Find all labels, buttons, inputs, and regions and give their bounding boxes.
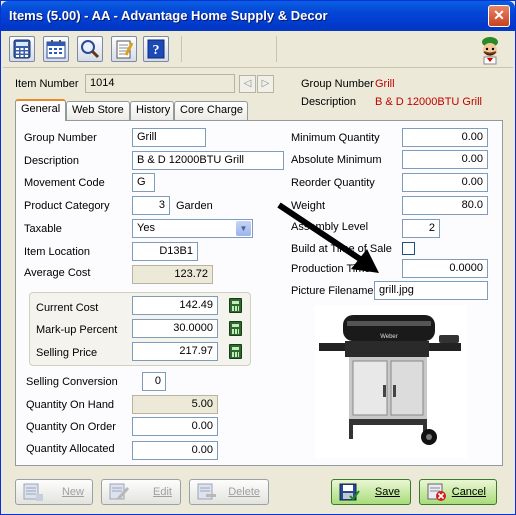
grill-brand-text: Weber xyxy=(380,334,398,340)
new-button[interactable]: New xyxy=(15,479,93,505)
magnifier-icon xyxy=(81,40,100,59)
search-button[interactable] xyxy=(77,36,103,62)
absolute-minimum-label: Absolute Minimum xyxy=(291,154,382,166)
chevron-down-icon[interactable]: ▼ xyxy=(236,221,251,236)
toolbar-separator xyxy=(181,36,277,62)
reorder-quantity-field[interactable]: 0.00 xyxy=(402,173,488,192)
average-cost-field: 123.72 xyxy=(132,265,213,284)
minimum-quantity-field[interactable]: 0.00 xyxy=(402,128,488,147)
product-picture: Weber xyxy=(315,305,467,458)
picture-filename-field[interactable]: grill.jpg xyxy=(374,281,488,300)
minimum-quantity-label: Minimum Quantity xyxy=(291,132,380,144)
selling-conversion-field[interactable]: 0 xyxy=(142,372,166,391)
toolbar: ? xyxy=(3,32,513,68)
chef-mascot-icon xyxy=(482,37,498,65)
current-cost-label: Current Cost xyxy=(36,302,99,314)
description-field[interactable]: B & D 12000BTU Grill xyxy=(132,151,284,170)
picture-filename-label: Picture Filename xyxy=(291,285,374,297)
taxable-selected-value: Yes xyxy=(137,222,155,234)
selling-price-label: Selling Price xyxy=(36,347,98,359)
quantity-allocated-field[interactable]: 0.00 xyxy=(132,441,218,460)
edit-record-icon xyxy=(109,483,130,501)
group-number-field[interactable]: Grill xyxy=(132,128,206,147)
current-cost-calculator-icon[interactable] xyxy=(229,298,242,313)
reorder-quantity-label: Reorder Quantity xyxy=(291,177,375,189)
annotation-arrow-icon xyxy=(277,202,379,273)
markup-percent-field[interactable]: 30.0000 xyxy=(132,319,218,338)
markup-percent-calculator-icon[interactable] xyxy=(229,321,242,336)
product-category-label: Product Category xyxy=(24,200,110,212)
delete-record-icon xyxy=(197,483,216,500)
item-location-field[interactable]: D13B1 xyxy=(132,242,198,261)
edit-button[interactable]: Edit xyxy=(101,479,181,505)
current-cost-field[interactable]: 142.49 xyxy=(132,296,218,315)
product-category-name: Garden xyxy=(176,200,213,212)
close-button[interactable]: ✕ xyxy=(488,5,510,27)
movement-code-field[interactable]: G xyxy=(132,173,155,192)
notepad-icon xyxy=(116,40,134,59)
calendar-icon xyxy=(46,40,66,59)
quantity-on-order-label: Quantity On Order xyxy=(26,421,116,433)
tab-web-store[interactable]: Web Store xyxy=(66,101,130,120)
svg-text:?: ? xyxy=(153,43,160,58)
quantity-on-hand-field: 5.00 xyxy=(132,395,218,414)
save-disk-icon xyxy=(339,483,360,501)
selling-price-calculator-icon[interactable] xyxy=(229,344,242,359)
taxable-select[interactable]: Yes ▼ xyxy=(132,219,253,238)
item-location-label: Item Location xyxy=(24,246,91,258)
quantity-on-hand-label: Quantity On Hand xyxy=(26,399,115,411)
markup-percent-label: Mark-up Percent xyxy=(36,324,118,336)
item-number-label: Item Number xyxy=(15,78,79,90)
header-group-number-label: Group Number xyxy=(301,78,374,90)
description-label: Description xyxy=(24,155,80,167)
quantity-on-order-field[interactable]: 0.00 xyxy=(132,417,218,436)
selling-conversion-label: Selling Conversion xyxy=(26,376,118,388)
edit-button-label: Edit xyxy=(153,486,172,498)
calendar-button[interactable] xyxy=(43,36,69,62)
tab-core-charge[interactable]: Core Charge xyxy=(174,101,248,120)
calculator-icon xyxy=(13,39,31,59)
help-icon: ? xyxy=(147,39,165,59)
title-bar[interactable]: Items (5.00) - AA - Advantage Home Suppl… xyxy=(1,1,515,31)
weight-field[interactable]: 80.0 xyxy=(402,196,488,215)
movement-code-label: Movement Code xyxy=(24,177,105,189)
tab-general[interactable]: General xyxy=(15,99,66,121)
selling-price-field[interactable]: 217.97 xyxy=(132,342,218,361)
new-button-label: New xyxy=(61,486,84,498)
absolute-minimum-field[interactable]: 0.00 xyxy=(402,150,488,169)
cancel-icon xyxy=(427,483,446,501)
calculator-button[interactable] xyxy=(9,36,35,62)
help-button[interactable]: ? xyxy=(143,36,169,62)
previous-item-button[interactable]: ◁ xyxy=(239,75,256,93)
item-number-field[interactable]: 1014 xyxy=(85,74,235,93)
cancel-button-label: Cancel xyxy=(451,486,486,498)
tab-history[interactable]: History xyxy=(130,101,174,120)
average-cost-label: Average Cost xyxy=(24,267,91,279)
delete-button[interactable]: Delete xyxy=(189,479,269,505)
window-title: Items (5.00) - AA - Advantage Home Suppl… xyxy=(9,8,328,23)
items-window: Items (5.00) - AA - Advantage Home Suppl… xyxy=(0,0,516,515)
group-number-label: Group Number xyxy=(24,132,97,144)
assembly-level-field[interactable]: 2 xyxy=(402,219,440,238)
build-at-time-of-sale-checkbox[interactable] xyxy=(402,242,415,255)
header-description-value: B & D 12000BTU Grill xyxy=(375,96,482,108)
delete-button-label: Delete xyxy=(228,486,260,498)
product-category-field[interactable]: 3 xyxy=(132,196,170,215)
header-group-number-value: Grill xyxy=(375,78,395,90)
save-button[interactable]: Save xyxy=(331,479,411,505)
quantity-allocated-label: Quantity Allocated xyxy=(26,443,115,455)
taxable-label: Taxable xyxy=(24,223,62,235)
notes-button[interactable] xyxy=(111,36,137,62)
save-button-label: Save xyxy=(374,486,400,498)
cancel-button[interactable]: Cancel xyxy=(419,479,497,505)
next-item-button[interactable]: ▷ xyxy=(257,75,274,93)
new-record-icon xyxy=(23,483,43,501)
production-time-field[interactable]: 0.0000 xyxy=(402,259,488,278)
header-description-label: Description xyxy=(301,96,357,108)
